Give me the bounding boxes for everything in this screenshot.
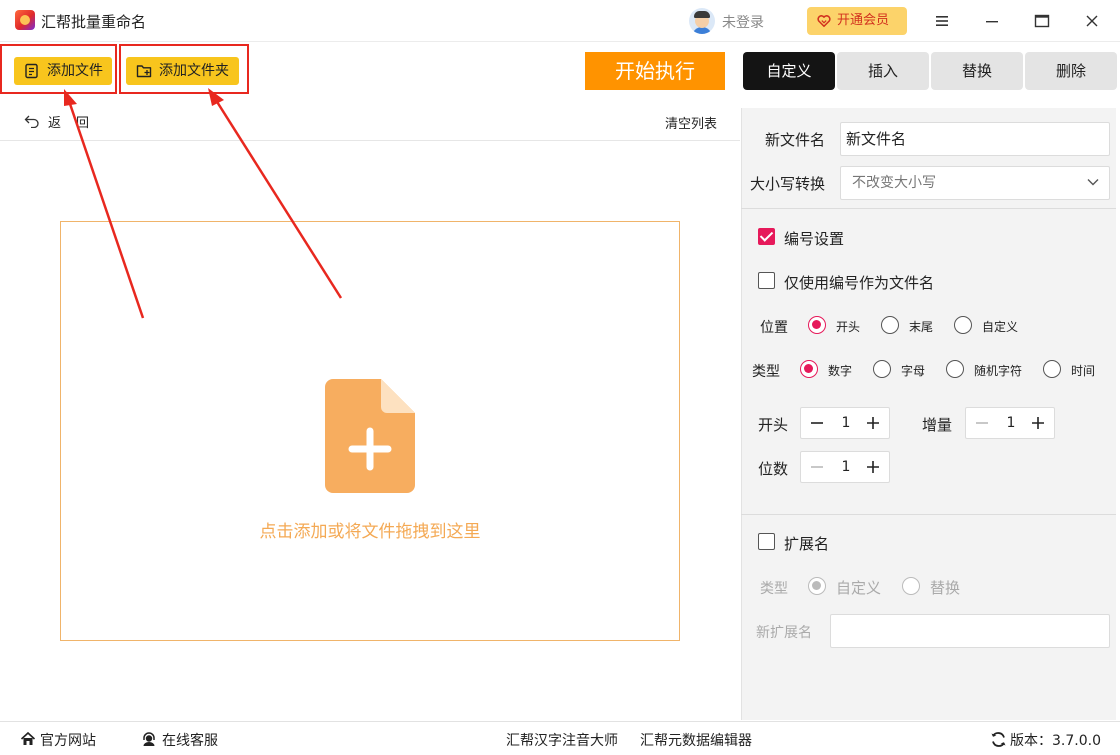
refresh-icon (991, 732, 1006, 747)
type-time-radio[interactable] (1043, 360, 1061, 378)
file-list-icon (25, 63, 38, 79)
metadata-editor-link[interactable]: 汇帮元数据编辑器 (640, 730, 752, 750)
digits-stepper[interactable]: 1 (800, 451, 890, 483)
add-folder-label: 添加文件夹 (159, 63, 229, 79)
menu-icon[interactable] (931, 10, 953, 32)
online-service-label: 在线客服 (162, 733, 218, 749)
only-number-checkbox[interactable] (758, 272, 775, 289)
divider (0, 140, 740, 141)
ext-custom-label: 自定义 (836, 579, 882, 597)
extension-type-label: 类型 (760, 581, 788, 597)
extension-checkbox[interactable] (758, 533, 775, 550)
type-number-label: 数字 (828, 364, 853, 378)
new-name-label: 新文件名 (765, 131, 826, 149)
type-random-radio[interactable] (946, 360, 964, 378)
digits-label: 位数 (758, 460, 789, 478)
official-website-label: 官方网站 (40, 733, 96, 749)
tab-replace[interactable]: 替换 (931, 52, 1023, 90)
type-letter-radio[interactable] (873, 360, 891, 378)
new-extension-input[interactable] (830, 614, 1110, 648)
type-letter-label: 字母 (901, 364, 926, 378)
close-icon[interactable] (1081, 10, 1103, 32)
back-label-2: 回 (76, 116, 90, 131)
new-name-input[interactable]: 新文件名 (840, 122, 1110, 156)
ext-custom-radio[interactable] (808, 577, 826, 595)
app-logo-icon (15, 10, 35, 30)
headset-icon (143, 732, 155, 746)
start-stepper-value: 1 (841, 415, 851, 431)
ext-replace-label: 替换 (930, 579, 961, 597)
minimize-icon[interactable] (981, 10, 1003, 32)
start-stepper[interactable]: 1 (800, 407, 890, 439)
position-start-radio[interactable] (808, 316, 826, 334)
tab-insert[interactable]: 插入 (837, 52, 929, 90)
plus-icon[interactable] (1030, 415, 1046, 431)
add-folder-button[interactable]: 添加文件夹 (126, 57, 239, 85)
version-label: 版本：3.7.0.0 (1010, 733, 1101, 749)
chevron-down-icon (1087, 179, 1099, 186)
new-extension-label: 新扩展名 (756, 625, 812, 641)
vip-button[interactable]: 开通会员 (807, 7, 907, 35)
pinyin-master-link[interactable]: 汇帮汉字注音大师 (506, 730, 618, 750)
position-custom-radio[interactable] (954, 316, 972, 334)
title-bar: 汇帮批量重命名 未登录 开通会员 (0, 0, 1120, 42)
ext-replace-radio[interactable] (902, 577, 920, 595)
numbering-checkbox[interactable] (758, 228, 775, 245)
extension-label: 扩展名 (784, 535, 830, 553)
maximize-icon[interactable] (1031, 10, 1053, 32)
add-file-icon[interactable] (325, 379, 415, 493)
position-end-label: 末尾 (909, 320, 934, 334)
position-label: 位置 (760, 320, 788, 336)
tab-delete[interactable]: 删除 (1025, 52, 1117, 90)
app-title: 汇帮批量重命名 (41, 13, 147, 31)
case-select[interactable]: 不改变大小写 (840, 166, 1110, 200)
section-divider (741, 208, 1116, 209)
add-file-button[interactable]: 添加文件 (14, 57, 112, 85)
section-divider (741, 514, 1116, 515)
drop-zone-text: 点击添加或将文件拖拽到这里 (259, 522, 481, 542)
type-random-label: 随机字符 (974, 364, 1023, 378)
type-number-radio[interactable] (800, 360, 818, 378)
start-button[interactable]: 开始执行 (585, 52, 725, 90)
only-number-label: 仅使用编号作为文件名 (784, 274, 935, 292)
number-type-label: 类型 (752, 364, 780, 380)
case-select-value: 不改变大小写 (852, 175, 936, 191)
add-file-label: 添加文件 (47, 63, 103, 79)
step-stepper[interactable]: 1 (965, 407, 1055, 439)
folder-add-icon (136, 65, 152, 78)
back-label-1: 返 (48, 116, 62, 131)
heart-icon (817, 15, 831, 28)
minus-icon[interactable] (974, 415, 990, 431)
clear-list-button[interactable]: 清空列表 (665, 113, 717, 132)
digits-stepper-value: 1 (841, 459, 851, 475)
numbering-label: 编号设置 (784, 230, 845, 248)
position-start-label: 开头 (836, 320, 861, 334)
step-stepper-value: 1 (1006, 415, 1016, 431)
type-time-label: 时间 (1071, 364, 1096, 378)
footer: 官方网站 在线客服 汇帮汉字注音大师 汇帮元数据编辑器 版本：3.7.0.0 (0, 721, 1120, 755)
plus-icon[interactable] (865, 459, 881, 475)
home-icon (20, 731, 36, 745)
plus-icon[interactable] (865, 415, 881, 431)
case-label: 大小写转换 (750, 175, 826, 193)
back-arrow-icon (24, 115, 39, 128)
avatar[interactable] (689, 8, 715, 34)
position-end-radio[interactable] (881, 316, 899, 334)
position-custom-label: 自定义 (982, 320, 1019, 334)
tab-custom[interactable]: 自定义 (743, 52, 835, 90)
minus-icon[interactable] (809, 415, 825, 431)
minus-icon[interactable] (809, 459, 825, 475)
login-label[interactable]: 未登录 (722, 12, 764, 32)
start-value-label: 开头 (758, 416, 789, 434)
step-label: 增量 (922, 416, 953, 434)
vip-label: 开通会员 (837, 13, 890, 28)
